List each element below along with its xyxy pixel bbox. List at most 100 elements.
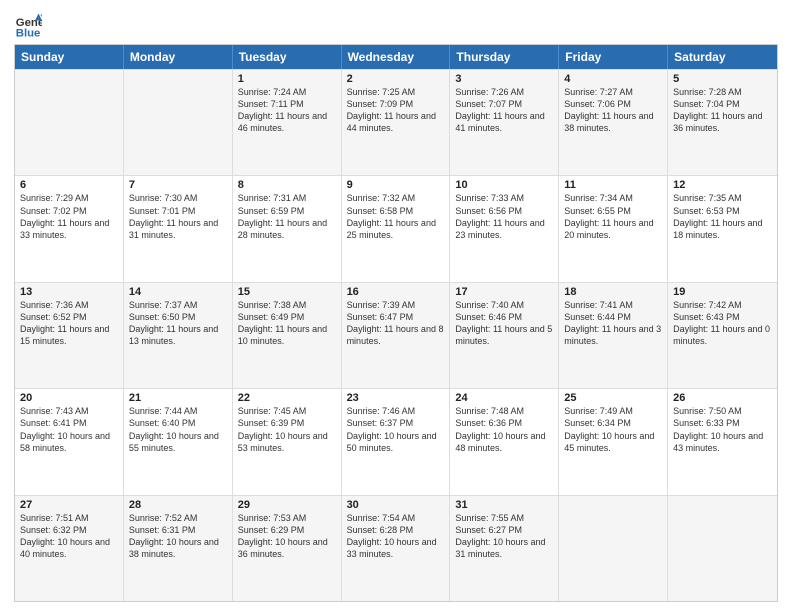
calendar-cell-w3d5: 25Sunrise: 7:49 AM Sunset: 6:34 PM Dayli…: [559, 389, 668, 494]
calendar-cell-w4d0: 27Sunrise: 7:51 AM Sunset: 6:32 PM Dayli…: [15, 496, 124, 601]
calendar-cell-w0d2: 1Sunrise: 7:24 AM Sunset: 7:11 PM Daylig…: [233, 70, 342, 175]
calendar-cell-w1d0: 6Sunrise: 7:29 AM Sunset: 7:02 PM Daylig…: [15, 176, 124, 281]
calendar-week-1: 1Sunrise: 7:24 AM Sunset: 7:11 PM Daylig…: [15, 69, 777, 175]
calendar-cell-w0d0: [15, 70, 124, 175]
day-number: 22: [238, 392, 336, 404]
day-number: 2: [347, 73, 445, 85]
calendar-week-4: 20Sunrise: 7:43 AM Sunset: 6:41 PM Dayli…: [15, 388, 777, 494]
day-number: 4: [564, 73, 662, 85]
calendar-cell-w2d4: 17Sunrise: 7:40 AM Sunset: 6:46 PM Dayli…: [450, 283, 559, 388]
day-number: 10: [455, 179, 553, 191]
calendar-cell-w2d1: 14Sunrise: 7:37 AM Sunset: 6:50 PM Dayli…: [124, 283, 233, 388]
cell-detail-text: Sunrise: 7:37 AM Sunset: 6:50 PM Dayligh…: [129, 299, 227, 348]
cell-detail-text: Sunrise: 7:33 AM Sunset: 6:56 PM Dayligh…: [455, 192, 553, 241]
calendar-cell-w1d2: 8Sunrise: 7:31 AM Sunset: 6:59 PM Daylig…: [233, 176, 342, 281]
calendar-cell-w1d1: 7Sunrise: 7:30 AM Sunset: 7:01 PM Daylig…: [124, 176, 233, 281]
cell-detail-text: Sunrise: 7:42 AM Sunset: 6:43 PM Dayligh…: [673, 299, 772, 348]
cell-detail-text: Sunrise: 7:34 AM Sunset: 6:55 PM Dayligh…: [564, 192, 662, 241]
calendar-cell-w2d3: 16Sunrise: 7:39 AM Sunset: 6:47 PM Dayli…: [342, 283, 451, 388]
cell-detail-text: Sunrise: 7:45 AM Sunset: 6:39 PM Dayligh…: [238, 405, 336, 454]
calendar-week-2: 6Sunrise: 7:29 AM Sunset: 7:02 PM Daylig…: [15, 175, 777, 281]
cell-detail-text: Sunrise: 7:32 AM Sunset: 6:58 PM Dayligh…: [347, 192, 445, 241]
cell-detail-text: Sunrise: 7:24 AM Sunset: 7:11 PM Dayligh…: [238, 86, 336, 135]
calendar-cell-w3d3: 23Sunrise: 7:46 AM Sunset: 6:37 PM Dayli…: [342, 389, 451, 494]
svg-text:Blue: Blue: [16, 27, 41, 38]
day-number: 23: [347, 392, 445, 404]
day-number: 26: [673, 392, 772, 404]
cell-detail-text: Sunrise: 7:28 AM Sunset: 7:04 PM Dayligh…: [673, 86, 772, 135]
cell-detail-text: Sunrise: 7:36 AM Sunset: 6:52 PM Dayligh…: [20, 299, 118, 348]
calendar-header-wednesday: Wednesday: [342, 45, 451, 69]
calendar-cell-w0d4: 3Sunrise: 7:26 AM Sunset: 7:07 PM Daylig…: [450, 70, 559, 175]
calendar-cell-w2d2: 15Sunrise: 7:38 AM Sunset: 6:49 PM Dayli…: [233, 283, 342, 388]
calendar-header-row: SundayMondayTuesdayWednesdayThursdayFrid…: [15, 45, 777, 69]
calendar-header-thursday: Thursday: [450, 45, 559, 69]
header: General Blue: [14, 10, 778, 38]
cell-detail-text: Sunrise: 7:29 AM Sunset: 7:02 PM Dayligh…: [20, 192, 118, 241]
calendar-week-5: 27Sunrise: 7:51 AM Sunset: 6:32 PM Dayli…: [15, 495, 777, 601]
day-number: 20: [20, 392, 118, 404]
calendar-header-monday: Monday: [124, 45, 233, 69]
cell-detail-text: Sunrise: 7:54 AM Sunset: 6:28 PM Dayligh…: [347, 512, 445, 561]
cell-detail-text: Sunrise: 7:31 AM Sunset: 6:59 PM Dayligh…: [238, 192, 336, 241]
calendar-cell-w3d0: 20Sunrise: 7:43 AM Sunset: 6:41 PM Dayli…: [15, 389, 124, 494]
cell-detail-text: Sunrise: 7:51 AM Sunset: 6:32 PM Dayligh…: [20, 512, 118, 561]
day-number: 30: [347, 499, 445, 511]
calendar-cell-w1d3: 9Sunrise: 7:32 AM Sunset: 6:58 PM Daylig…: [342, 176, 451, 281]
calendar-cell-w1d4: 10Sunrise: 7:33 AM Sunset: 6:56 PM Dayli…: [450, 176, 559, 281]
day-number: 19: [673, 286, 772, 298]
day-number: 13: [20, 286, 118, 298]
calendar-header-saturday: Saturday: [668, 45, 777, 69]
calendar-cell-w4d5: [559, 496, 668, 601]
day-number: 31: [455, 499, 553, 511]
calendar-cell-w3d6: 26Sunrise: 7:50 AM Sunset: 6:33 PM Dayli…: [668, 389, 777, 494]
day-number: 17: [455, 286, 553, 298]
calendar-cell-w4d6: [668, 496, 777, 601]
day-number: 24: [455, 392, 553, 404]
day-number: 5: [673, 73, 772, 85]
cell-detail-text: Sunrise: 7:52 AM Sunset: 6:31 PM Dayligh…: [129, 512, 227, 561]
calendar-body: 1Sunrise: 7:24 AM Sunset: 7:11 PM Daylig…: [15, 69, 777, 601]
day-number: 1: [238, 73, 336, 85]
calendar-header-sunday: Sunday: [15, 45, 124, 69]
cell-detail-text: Sunrise: 7:27 AM Sunset: 7:06 PM Dayligh…: [564, 86, 662, 135]
calendar-cell-w1d5: 11Sunrise: 7:34 AM Sunset: 6:55 PM Dayli…: [559, 176, 668, 281]
cell-detail-text: Sunrise: 7:46 AM Sunset: 6:37 PM Dayligh…: [347, 405, 445, 454]
calendar: SundayMondayTuesdayWednesdayThursdayFrid…: [14, 44, 778, 602]
cell-detail-text: Sunrise: 7:35 AM Sunset: 6:53 PM Dayligh…: [673, 192, 772, 241]
day-number: 29: [238, 499, 336, 511]
day-number: 27: [20, 499, 118, 511]
cell-detail-text: Sunrise: 7:39 AM Sunset: 6:47 PM Dayligh…: [347, 299, 445, 348]
calendar-header-friday: Friday: [559, 45, 668, 69]
day-number: 9: [347, 179, 445, 191]
calendar-cell-w2d6: 19Sunrise: 7:42 AM Sunset: 6:43 PM Dayli…: [668, 283, 777, 388]
logo-icon: General Blue: [14, 10, 42, 38]
day-number: 21: [129, 392, 227, 404]
cell-detail-text: Sunrise: 7:30 AM Sunset: 7:01 PM Dayligh…: [129, 192, 227, 241]
day-number: 6: [20, 179, 118, 191]
day-number: 8: [238, 179, 336, 191]
calendar-cell-w2d5: 18Sunrise: 7:41 AM Sunset: 6:44 PM Dayli…: [559, 283, 668, 388]
calendar-cell-w3d2: 22Sunrise: 7:45 AM Sunset: 6:39 PM Dayli…: [233, 389, 342, 494]
day-number: 12: [673, 179, 772, 191]
calendar-cell-w3d4: 24Sunrise: 7:48 AM Sunset: 6:36 PM Dayli…: [450, 389, 559, 494]
calendar-cell-w4d3: 30Sunrise: 7:54 AM Sunset: 6:28 PM Dayli…: [342, 496, 451, 601]
cell-detail-text: Sunrise: 7:49 AM Sunset: 6:34 PM Dayligh…: [564, 405, 662, 454]
calendar-cell-w2d0: 13Sunrise: 7:36 AM Sunset: 6:52 PM Dayli…: [15, 283, 124, 388]
cell-detail-text: Sunrise: 7:40 AM Sunset: 6:46 PM Dayligh…: [455, 299, 553, 348]
calendar-cell-w3d1: 21Sunrise: 7:44 AM Sunset: 6:40 PM Dayli…: [124, 389, 233, 494]
day-number: 25: [564, 392, 662, 404]
calendar-cell-w1d6: 12Sunrise: 7:35 AM Sunset: 6:53 PM Dayli…: [668, 176, 777, 281]
logo: General Blue: [14, 10, 46, 38]
cell-detail-text: Sunrise: 7:26 AM Sunset: 7:07 PM Dayligh…: [455, 86, 553, 135]
calendar-cell-w0d6: 5Sunrise: 7:28 AM Sunset: 7:04 PM Daylig…: [668, 70, 777, 175]
day-number: 3: [455, 73, 553, 85]
day-number: 18: [564, 286, 662, 298]
day-number: 7: [129, 179, 227, 191]
calendar-cell-w0d3: 2Sunrise: 7:25 AM Sunset: 7:09 PM Daylig…: [342, 70, 451, 175]
day-number: 16: [347, 286, 445, 298]
day-number: 14: [129, 286, 227, 298]
cell-detail-text: Sunrise: 7:44 AM Sunset: 6:40 PM Dayligh…: [129, 405, 227, 454]
day-number: 15: [238, 286, 336, 298]
cell-detail-text: Sunrise: 7:43 AM Sunset: 6:41 PM Dayligh…: [20, 405, 118, 454]
